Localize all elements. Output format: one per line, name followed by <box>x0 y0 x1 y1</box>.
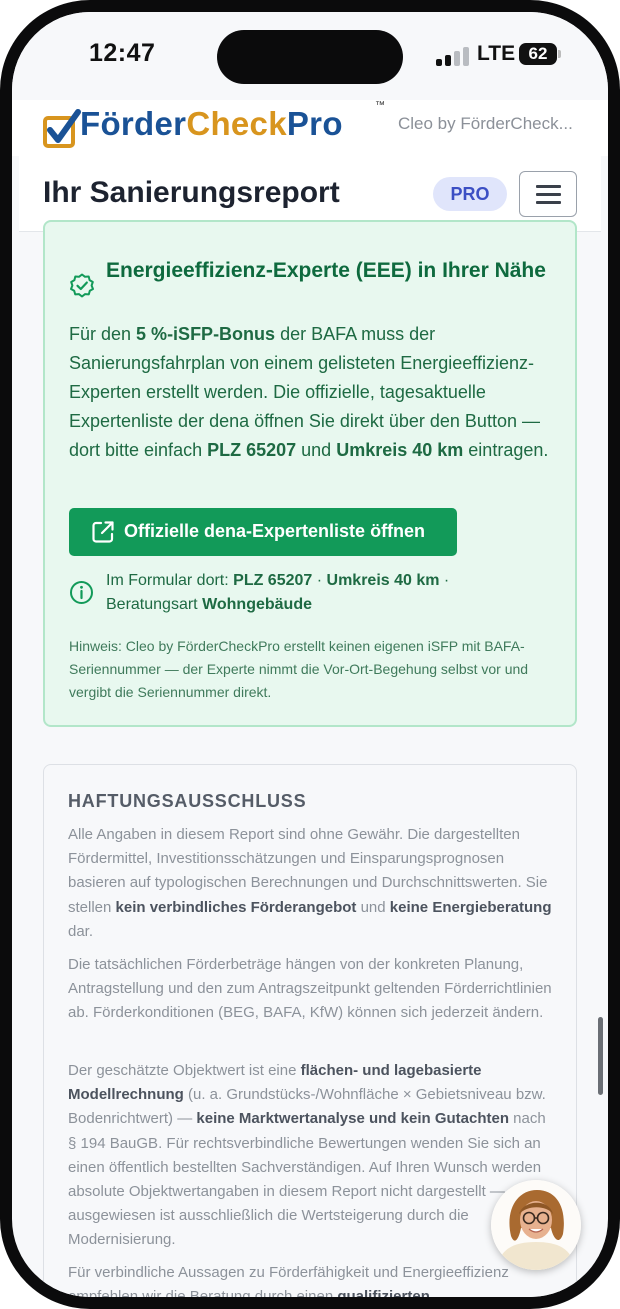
info-plz: PLZ 65207 <box>233 572 313 589</box>
eee-body-text: und <box>296 440 337 460</box>
disclaimer-text: Für verbindliche Aussagen zu Förderfähig… <box>68 1264 509 1297</box>
disclaimer-title: HAFTUNGSAUSSCHLUSS <box>68 791 307 811</box>
logo-part-pro: Pro <box>286 105 343 142</box>
scrollbar-thumb[interactable] <box>598 1017 603 1095</box>
battery-level: 62 <box>519 43 557 65</box>
disclaimer-text: Der geschätzte Objektwert ist eine <box>68 1062 301 1079</box>
network-type: LTE <box>477 42 516 65</box>
logo-part-check: Check <box>186 105 287 142</box>
form-instructions: Im Formular dort: PLZ 65207 · Umkreis 40… <box>106 569 526 617</box>
external-link-icon <box>92 521 114 543</box>
info-icon <box>70 581 93 604</box>
dena-expert-list-button[interactable]: Offizielle dena-Expertenliste öffnen <box>69 508 457 556</box>
phone-screen: 12:47 LTE 62 FörderCheckPro ™ Cleo by Fö… <box>12 12 608 1297</box>
pro-badge: PRO <box>433 177 507 211</box>
logo-tagline: Cleo by FörderCheck... <box>398 114 573 133</box>
info-consulting-type: Wohngebäude <box>202 596 312 613</box>
disclaimer-paragraph-1: Alle Angaben in diesem Report sind ohne … <box>68 823 558 944</box>
disclaimer-text: dar. <box>68 922 94 940</box>
menu-icon-line <box>536 193 561 196</box>
eee-body-text: Für den <box>69 324 137 344</box>
menu-button[interactable] <box>519 171 577 217</box>
eee-plz-highlight: PLZ 65207 <box>207 440 297 460</box>
signal-strength-icon <box>436 46 470 66</box>
check-badge-icon <box>70 273 94 298</box>
avatar-portrait-icon <box>491 1180 581 1270</box>
eee-card-body: Für den 5 %-iSFP-Bonus der BAFA muss der… <box>69 320 559 465</box>
disclaimer-paragraph-2: Die tatsächlichen Förderbeträge hängen v… <box>68 956 552 1022</box>
eee-card-title: Energieeffizienz-Experte (EEE) in Ihrer … <box>106 259 546 282</box>
eee-expert-card: Energieeffizienz-Experte (EEE) in Ihrer … <box>43 220 577 727</box>
eee-radius-highlight: Umkreis 40 km <box>336 440 464 460</box>
disclaimer-bold: kein verbindliches Förderangebot <box>115 898 357 916</box>
info-radius: Umkreis 40 km <box>326 572 440 589</box>
status-time: 12:47 <box>89 39 156 67</box>
disclaimer-paragraph-3: Der geschätzte Objektwert ist eine fläch… <box>68 1059 558 1253</box>
logo-checkbox-icon[interactable] <box>42 108 82 150</box>
eee-body-text: eintragen. <box>463 440 549 460</box>
info-text: · <box>312 572 327 589</box>
eee-hint-text: Hinweis: Cleo by FörderCheckPro erstellt… <box>69 638 529 700</box>
menu-icon-line <box>536 201 561 204</box>
logo-trademark: ™ <box>375 100 385 111</box>
disclaimer-bold: keine Marktwertanalyse und kein Gutachte… <box>196 1110 509 1128</box>
phone-frame: 12:47 LTE 62 FörderCheckPro ™ Cleo by Fö… <box>0 0 620 1309</box>
dynamic-island <box>217 30 403 84</box>
info-text: Im Formular dort: <box>106 572 234 589</box>
status-bar: 12:47 LTE 62 <box>12 12 608 100</box>
eee-bonus-highlight: 5 %-iSFP-Bonus <box>136 324 276 344</box>
cleo-chat-avatar[interactable] <box>491 1180 581 1270</box>
disclaimer-bold: keine Energieberatung <box>389 898 552 916</box>
disclaimer-text: und <box>356 898 390 916</box>
menu-icon-line <box>536 185 561 188</box>
disclaimer-text: nach § 194 BauGB. Für rechtsverbindliche… <box>68 1110 546 1249</box>
logo-part-foerder: Förder <box>80 105 187 142</box>
battery-tip <box>558 50 561 58</box>
page-title: Ihr Sanierungsreport <box>43 176 340 209</box>
app-logo[interactable]: FörderCheckPro <box>80 105 343 143</box>
logo-bar: FörderCheckPro ™ Cleo by FörderCheck... <box>12 100 608 156</box>
disclaimer-bold: qualifizierten <box>337 1288 430 1297</box>
disclaimer-paragraph-4: Für verbindliche Aussagen zu Förderfähig… <box>68 1261 558 1297</box>
dena-button-label: Offizielle dena-Expertenliste öffnen <box>124 521 426 541</box>
